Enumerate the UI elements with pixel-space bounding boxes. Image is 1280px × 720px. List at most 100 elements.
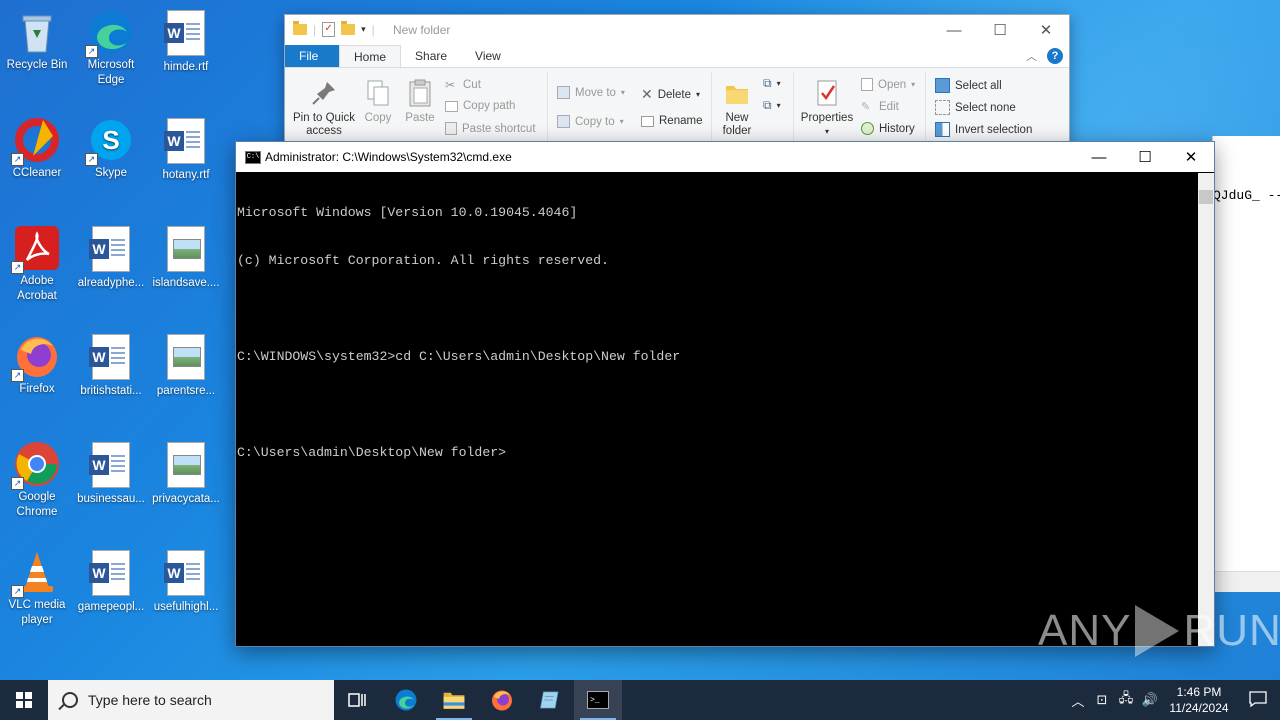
notification-icon[interactable] [1236, 690, 1280, 710]
scrollbar-thumb[interactable] [1199, 190, 1213, 204]
explorer-titlebar[interactable]: | ✓ ▾ | New folder — ☐ ✕ [285, 15, 1069, 45]
windows-logo-icon [16, 692, 32, 708]
taskbar-notepad[interactable] [526, 680, 574, 720]
background-window[interactable]: QJduG_ -- [1212, 136, 1280, 592]
word-document-icon: W [164, 550, 205, 596]
cmd-icon: >_ [587, 691, 609, 709]
history-icon [861, 122, 874, 135]
tab-share[interactable]: Share [401, 45, 461, 67]
desktop-icon-himde[interactable]: W himde.rtf [149, 8, 223, 75]
paste-button[interactable]: Paste [401, 78, 439, 125]
chevron-down-icon: ▾ [824, 127, 829, 136]
cmd-window[interactable]: C:\ Administrator: C:\Windows\System32\c… [235, 141, 1215, 647]
maximize-icon[interactable]: ☐ [1122, 142, 1168, 172]
adobe-acrobat-icon: ↗ [11, 224, 61, 274]
desktop-icon-vlc[interactable]: ↗ VLC media player [0, 548, 74, 628]
edge-icon [395, 689, 417, 711]
properties-check-icon[interactable]: ✓ [322, 22, 336, 37]
desktop-icon-alreadyphe[interactable]: W alreadyphe... [74, 224, 148, 291]
history-button[interactable]: History [861, 122, 915, 135]
new-folder-button[interactable]: New folder [715, 78, 759, 138]
copy-button[interactable]: Copy [361, 78, 395, 125]
properties-button[interactable]: Properties ▾ [799, 78, 855, 138]
cmd-scrollbar[interactable] [1198, 173, 1214, 646]
ribbon-separator [925, 72, 926, 142]
open-button[interactable]: Open ▾ [861, 78, 915, 91]
desktop-icon-usefulhighl[interactable]: W usefulhighl... [149, 548, 223, 615]
collapse-ribbon-icon[interactable]: ︿ [1026, 48, 1037, 64]
taskbar-firefox[interactable] [478, 680, 526, 720]
desktop-icon-britishstati[interactable]: W britishstati... [74, 332, 148, 399]
chevron-up-icon[interactable]: ︿ [1066, 691, 1090, 710]
volume-icon[interactable]: 🔊 [1138, 692, 1162, 708]
svg-text:>_: >_ [590, 696, 600, 705]
copy-path-button[interactable]: Copy path [445, 100, 515, 112]
desktop-icon-businessau[interactable]: W businessau... [74, 440, 148, 507]
delete-button[interactable]: ✕ Delete ▾ [641, 86, 700, 103]
desktop-icon-hotany[interactable]: W hotany.rtf [149, 116, 223, 183]
easy-access-button[interactable]: ⧉ ▾ [763, 98, 781, 113]
tab-home[interactable]: Home [339, 45, 402, 67]
new-item-button[interactable]: ⧉ ▾ [763, 76, 781, 91]
maximize-icon[interactable]: ☐ [977, 15, 1023, 45]
copy-to-icon [557, 115, 570, 128]
help-icon[interactable]: ? [1047, 48, 1063, 64]
desktop-icon-gamepeopl[interactable]: W gamepeopl... [74, 548, 148, 615]
paste-shortcut-button[interactable]: Paste shortcut [445, 122, 536, 135]
background-window-statusbar [1213, 571, 1280, 592]
cut-button[interactable]: ✂ Cut [445, 78, 481, 92]
clock[interactable]: 1:46 PM 11/24/2024 [1162, 684, 1236, 716]
desktop-icon-privacycata[interactable]: privacycata... [149, 440, 223, 507]
copy-to-button[interactable]: Copy to ▾ [557, 115, 624, 128]
select-none-button[interactable]: Select none [935, 100, 1016, 115]
network-icon[interactable]: 🖧 [1114, 689, 1138, 711]
desktop-icon-skype[interactable]: S ↗ Skype [74, 116, 148, 181]
close-icon[interactable]: ✕ [1023, 15, 1069, 45]
console-output[interactable]: Microsoft Windows [Version 10.0.19045.40… [236, 173, 1198, 646]
start-button[interactable] [0, 680, 48, 720]
system-tray: ︿ ⊡ 🖧 🔊 1:46 PM 11/24/2024 [1066, 680, 1280, 720]
desktop-icon-ccleaner[interactable]: ↗ CCleaner [0, 116, 74, 181]
edit-button[interactable]: ✎ Edit [861, 100, 899, 114]
word-document-icon: W [89, 334, 130, 380]
meet-now-icon[interactable]: ⊡ [1090, 692, 1114, 708]
task-view-button[interactable] [334, 680, 382, 720]
move-to-button[interactable]: Move to ▾ [557, 86, 625, 99]
pin-icon [309, 78, 339, 108]
close-icon[interactable]: ✕ [1168, 142, 1214, 172]
pin-to-quick-access-button[interactable]: Pin to Quick access [291, 78, 357, 138]
vlc-cone-icon: ↗ [11, 548, 61, 598]
chevron-down-icon: ▾ [776, 79, 781, 88]
taskbar-search-box[interactable]: Type here to search [48, 680, 334, 720]
minimize-icon[interactable]: — [1076, 142, 1122, 172]
customize-qat-dropdown-icon[interactable]: ▾ [361, 24, 366, 35]
cmd-titlebar[interactable]: C:\ Administrator: C:\Windows\System32\c… [236, 142, 1214, 172]
desktop-icon-parentsre[interactable]: parentsre... [149, 332, 223, 399]
select-all-button[interactable]: Select all [935, 78, 1002, 93]
rename-button[interactable]: Rename [641, 115, 702, 127]
invert-selection-button[interactable]: Invert selection [935, 122, 1032, 137]
taskbar-edge[interactable] [382, 680, 430, 720]
copy-path-icon [445, 100, 458, 112]
desktop-icon-firefox[interactable]: ↗ Firefox [0, 332, 74, 397]
desktop-icon-recycle-bin[interactable]: Recycle Bin [0, 8, 74, 73]
taskbar-cmd[interactable]: >_ [574, 680, 622, 720]
tab-file[interactable]: File [285, 45, 339, 67]
play-triangle-icon [1135, 605, 1180, 657]
desktop-icon-microsoft-edge[interactable]: ↗ Microsoft Edge [74, 8, 148, 88]
minimize-icon[interactable]: — [931, 15, 977, 45]
word-document-icon: W [164, 118, 205, 164]
file-explorer-window[interactable]: | ✓ ▾ | New folder — ☐ ✕ File Home Share… [284, 14, 1070, 146]
cmd-app-icon[interactable]: C:\ [245, 151, 261, 164]
desktop-icon-islandsave[interactable]: islandsave.... [149, 224, 223, 291]
folder-icon [293, 21, 307, 35]
taskbar-file-explorer[interactable] [430, 680, 478, 720]
desktop-icon-adobe-acrobat[interactable]: ↗ Adobe Acrobat [0, 224, 74, 304]
desktop-icon-google-chrome[interactable]: ↗ Google Chrome [0, 440, 74, 520]
select-all-icon [935, 78, 950, 93]
new-folder-qat-icon[interactable] [341, 21, 356, 35]
tab-view[interactable]: View [461, 45, 515, 67]
chevron-down-icon: ▾ [620, 88, 625, 97]
